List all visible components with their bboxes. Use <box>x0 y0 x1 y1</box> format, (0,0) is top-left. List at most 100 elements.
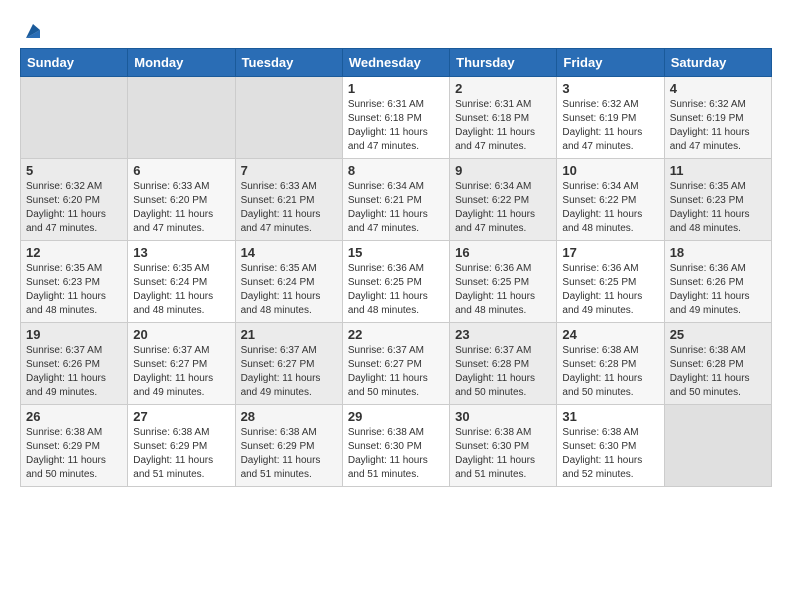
daylight-text: Daylight: 11 hours and 51 minutes. <box>241 454 337 482</box>
sunrise-text: Sunrise: 6:38 AM <box>133 426 229 440</box>
sunrise-text: Sunrise: 6:35 AM <box>241 262 337 276</box>
day-number: 1 <box>348 81 444 96</box>
column-header-tuesday: Tuesday <box>235 49 342 77</box>
calendar-cell: 31Sunrise: 6:38 AMSunset: 6:30 PMDayligh… <box>557 405 664 487</box>
calendar-cell: 2Sunrise: 6:31 AMSunset: 6:18 PMDaylight… <box>450 77 557 159</box>
daylight-text: Daylight: 11 hours and 47 minutes. <box>133 208 229 236</box>
calendar-cell: 12Sunrise: 6:35 AMSunset: 6:23 PMDayligh… <box>21 241 128 323</box>
cell-content: Sunrise: 6:32 AMSunset: 6:19 PMDaylight:… <box>670 98 766 154</box>
sunrise-text: Sunrise: 6:36 AM <box>348 262 444 276</box>
calendar-cell: 20Sunrise: 6:37 AMSunset: 6:27 PMDayligh… <box>128 323 235 405</box>
sunset-text: Sunset: 6:26 PM <box>26 358 122 372</box>
sunrise-text: Sunrise: 6:31 AM <box>348 98 444 112</box>
sunset-text: Sunset: 6:25 PM <box>348 276 444 290</box>
sunset-text: Sunset: 6:27 PM <box>241 358 337 372</box>
day-number: 21 <box>241 327 337 342</box>
daylight-text: Daylight: 11 hours and 48 minutes. <box>562 208 658 236</box>
calendar-cell: 15Sunrise: 6:36 AMSunset: 6:25 PMDayligh… <box>342 241 449 323</box>
daylight-text: Daylight: 11 hours and 47 minutes. <box>455 208 551 236</box>
cell-content: Sunrise: 6:38 AMSunset: 6:29 PMDaylight:… <box>241 426 337 482</box>
day-number: 31 <box>562 409 658 424</box>
sunrise-text: Sunrise: 6:35 AM <box>26 262 122 276</box>
day-number: 25 <box>670 327 766 342</box>
sunrise-text: Sunrise: 6:32 AM <box>670 98 766 112</box>
sunrise-text: Sunrise: 6:37 AM <box>348 344 444 358</box>
cell-content: Sunrise: 6:31 AMSunset: 6:18 PMDaylight:… <box>348 98 444 154</box>
daylight-text: Daylight: 11 hours and 50 minutes. <box>26 454 122 482</box>
sunrise-text: Sunrise: 6:38 AM <box>26 426 122 440</box>
calendar-cell: 29Sunrise: 6:38 AMSunset: 6:30 PMDayligh… <box>342 405 449 487</box>
cell-content: Sunrise: 6:38 AMSunset: 6:29 PMDaylight:… <box>26 426 122 482</box>
calendar-cell <box>235 77 342 159</box>
sunset-text: Sunset: 6:19 PM <box>670 112 766 126</box>
calendar-cell: 30Sunrise: 6:38 AMSunset: 6:30 PMDayligh… <box>450 405 557 487</box>
calendar-cell: 18Sunrise: 6:36 AMSunset: 6:26 PMDayligh… <box>664 241 771 323</box>
day-number: 10 <box>562 163 658 178</box>
sunset-text: Sunset: 6:18 PM <box>455 112 551 126</box>
day-number: 23 <box>455 327 551 342</box>
cell-content: Sunrise: 6:38 AMSunset: 6:30 PMDaylight:… <box>348 426 444 482</box>
cell-content: Sunrise: 6:33 AMSunset: 6:20 PMDaylight:… <box>133 180 229 236</box>
calendar-cell: 21Sunrise: 6:37 AMSunset: 6:27 PMDayligh… <box>235 323 342 405</box>
calendar-cell: 6Sunrise: 6:33 AMSunset: 6:20 PMDaylight… <box>128 159 235 241</box>
daylight-text: Daylight: 11 hours and 48 minutes. <box>455 290 551 318</box>
sunset-text: Sunset: 6:30 PM <box>348 440 444 454</box>
sunset-text: Sunset: 6:20 PM <box>133 194 229 208</box>
cell-content: Sunrise: 6:32 AMSunset: 6:19 PMDaylight:… <box>562 98 658 154</box>
calendar-cell: 28 Sunrise: 6:38 AMSunset: 6:29 PMDayligh… <box>235 405 342 487</box>
sunrise-text: Sunrise: 6:38 AM <box>241 426 337 440</box>
daylight-text: Daylight: 11 hours and 50 minutes. <box>670 372 766 400</box>
sunset-text: Sunset: 6:27 PM <box>348 358 444 372</box>
calendar-cell: 17Sunrise: 6:36 AMSunset: 6:25 PMDayligh… <box>557 241 664 323</box>
sunset-text: Sunset: 6:29 PM <box>133 440 229 454</box>
sunset-text: Sunset: 6:21 PM <box>348 194 444 208</box>
sunrise-text: Sunrise: 6:38 AM <box>348 426 444 440</box>
cell-content: Sunrise: 6:35 AMSunset: 6:24 PMDaylight:… <box>133 262 229 318</box>
calendar-cell: 14Sunrise: 6:35 AMSunset: 6:24 PMDayligh… <box>235 241 342 323</box>
day-number: 5 <box>26 163 122 178</box>
daylight-text: Daylight: 11 hours and 52 minutes. <box>562 454 658 482</box>
sunrise-text: Sunrise: 6:38 AM <box>455 426 551 440</box>
daylight-text: Daylight: 11 hours and 49 minutes. <box>26 372 122 400</box>
cell-content: Sunrise: 6:38 AMSunset: 6:28 PMDaylight:… <box>670 344 766 400</box>
sunrise-text: Sunrise: 6:32 AM <box>26 180 122 194</box>
day-number: 28 <box>241 409 337 424</box>
week-row-5: 26Sunrise: 6:38 AMSunset: 6:29 PMDayligh… <box>21 405 772 487</box>
daylight-text: Daylight: 11 hours and 50 minutes. <box>562 372 658 400</box>
week-row-1: 1Sunrise: 6:31 AMSunset: 6:18 PMDaylight… <box>21 77 772 159</box>
sunrise-text: Sunrise: 6:35 AM <box>133 262 229 276</box>
cell-content: Sunrise: 6:35 AMSunset: 6:23 PMDaylight:… <box>26 262 122 318</box>
daylight-text: Daylight: 11 hours and 51 minutes. <box>348 454 444 482</box>
calendar-cell <box>21 77 128 159</box>
cell-content: Sunrise: 6:38 AMSunset: 6:28 PMDaylight:… <box>562 344 658 400</box>
day-number: 17 <box>562 245 658 260</box>
cell-content: Sunrise: 6:33 AMSunset: 6:21 PMDaylight:… <box>241 180 337 236</box>
sunset-text: Sunset: 6:29 PM <box>241 440 337 454</box>
daylight-text: Daylight: 11 hours and 47 minutes. <box>562 126 658 154</box>
day-number: 15 <box>348 245 444 260</box>
sunrise-text: Sunrise: 6:34 AM <box>455 180 551 194</box>
sunrise-text: Sunrise: 6:34 AM <box>348 180 444 194</box>
day-number: 8 <box>348 163 444 178</box>
sunrise-text: Sunrise: 6:36 AM <box>562 262 658 276</box>
sunset-text: Sunset: 6:28 PM <box>455 358 551 372</box>
day-number: 14 <box>241 245 337 260</box>
calendar-cell <box>664 405 771 487</box>
cell-content: Sunrise: 6:36 AMSunset: 6:26 PMDaylight:… <box>670 262 766 318</box>
daylight-text: Daylight: 11 hours and 47 minutes. <box>348 126 444 154</box>
sunset-text: Sunset: 6:20 PM <box>26 194 122 208</box>
calendar-cell: 11Sunrise: 6:35 AMSunset: 6:23 PMDayligh… <box>664 159 771 241</box>
sunrise-text: Sunrise: 6:37 AM <box>133 344 229 358</box>
cell-content: Sunrise: 6:31 AMSunset: 6:18 PMDaylight:… <box>455 98 551 154</box>
sunset-text: Sunset: 6:24 PM <box>241 276 337 290</box>
daylight-text: Daylight: 11 hours and 47 minutes. <box>670 126 766 154</box>
daylight-text: Daylight: 11 hours and 50 minutes. <box>455 372 551 400</box>
header-row: SundayMondayTuesdayWednesdayThursdayFrid… <box>21 49 772 77</box>
sunset-text: Sunset: 6:25 PM <box>455 276 551 290</box>
cell-content: Sunrise: 6:37 AMSunset: 6:27 PMDaylight:… <box>133 344 229 400</box>
sunrise-text: Sunrise: 6:37 AM <box>26 344 122 358</box>
day-number: 26 <box>26 409 122 424</box>
column-header-monday: Monday <box>128 49 235 77</box>
calendar-cell: 1 Sunrise: 6:31 AMSunset: 6:18 PMDaylight… <box>342 77 449 159</box>
sunrise-text: Sunrise: 6:36 AM <box>670 262 766 276</box>
